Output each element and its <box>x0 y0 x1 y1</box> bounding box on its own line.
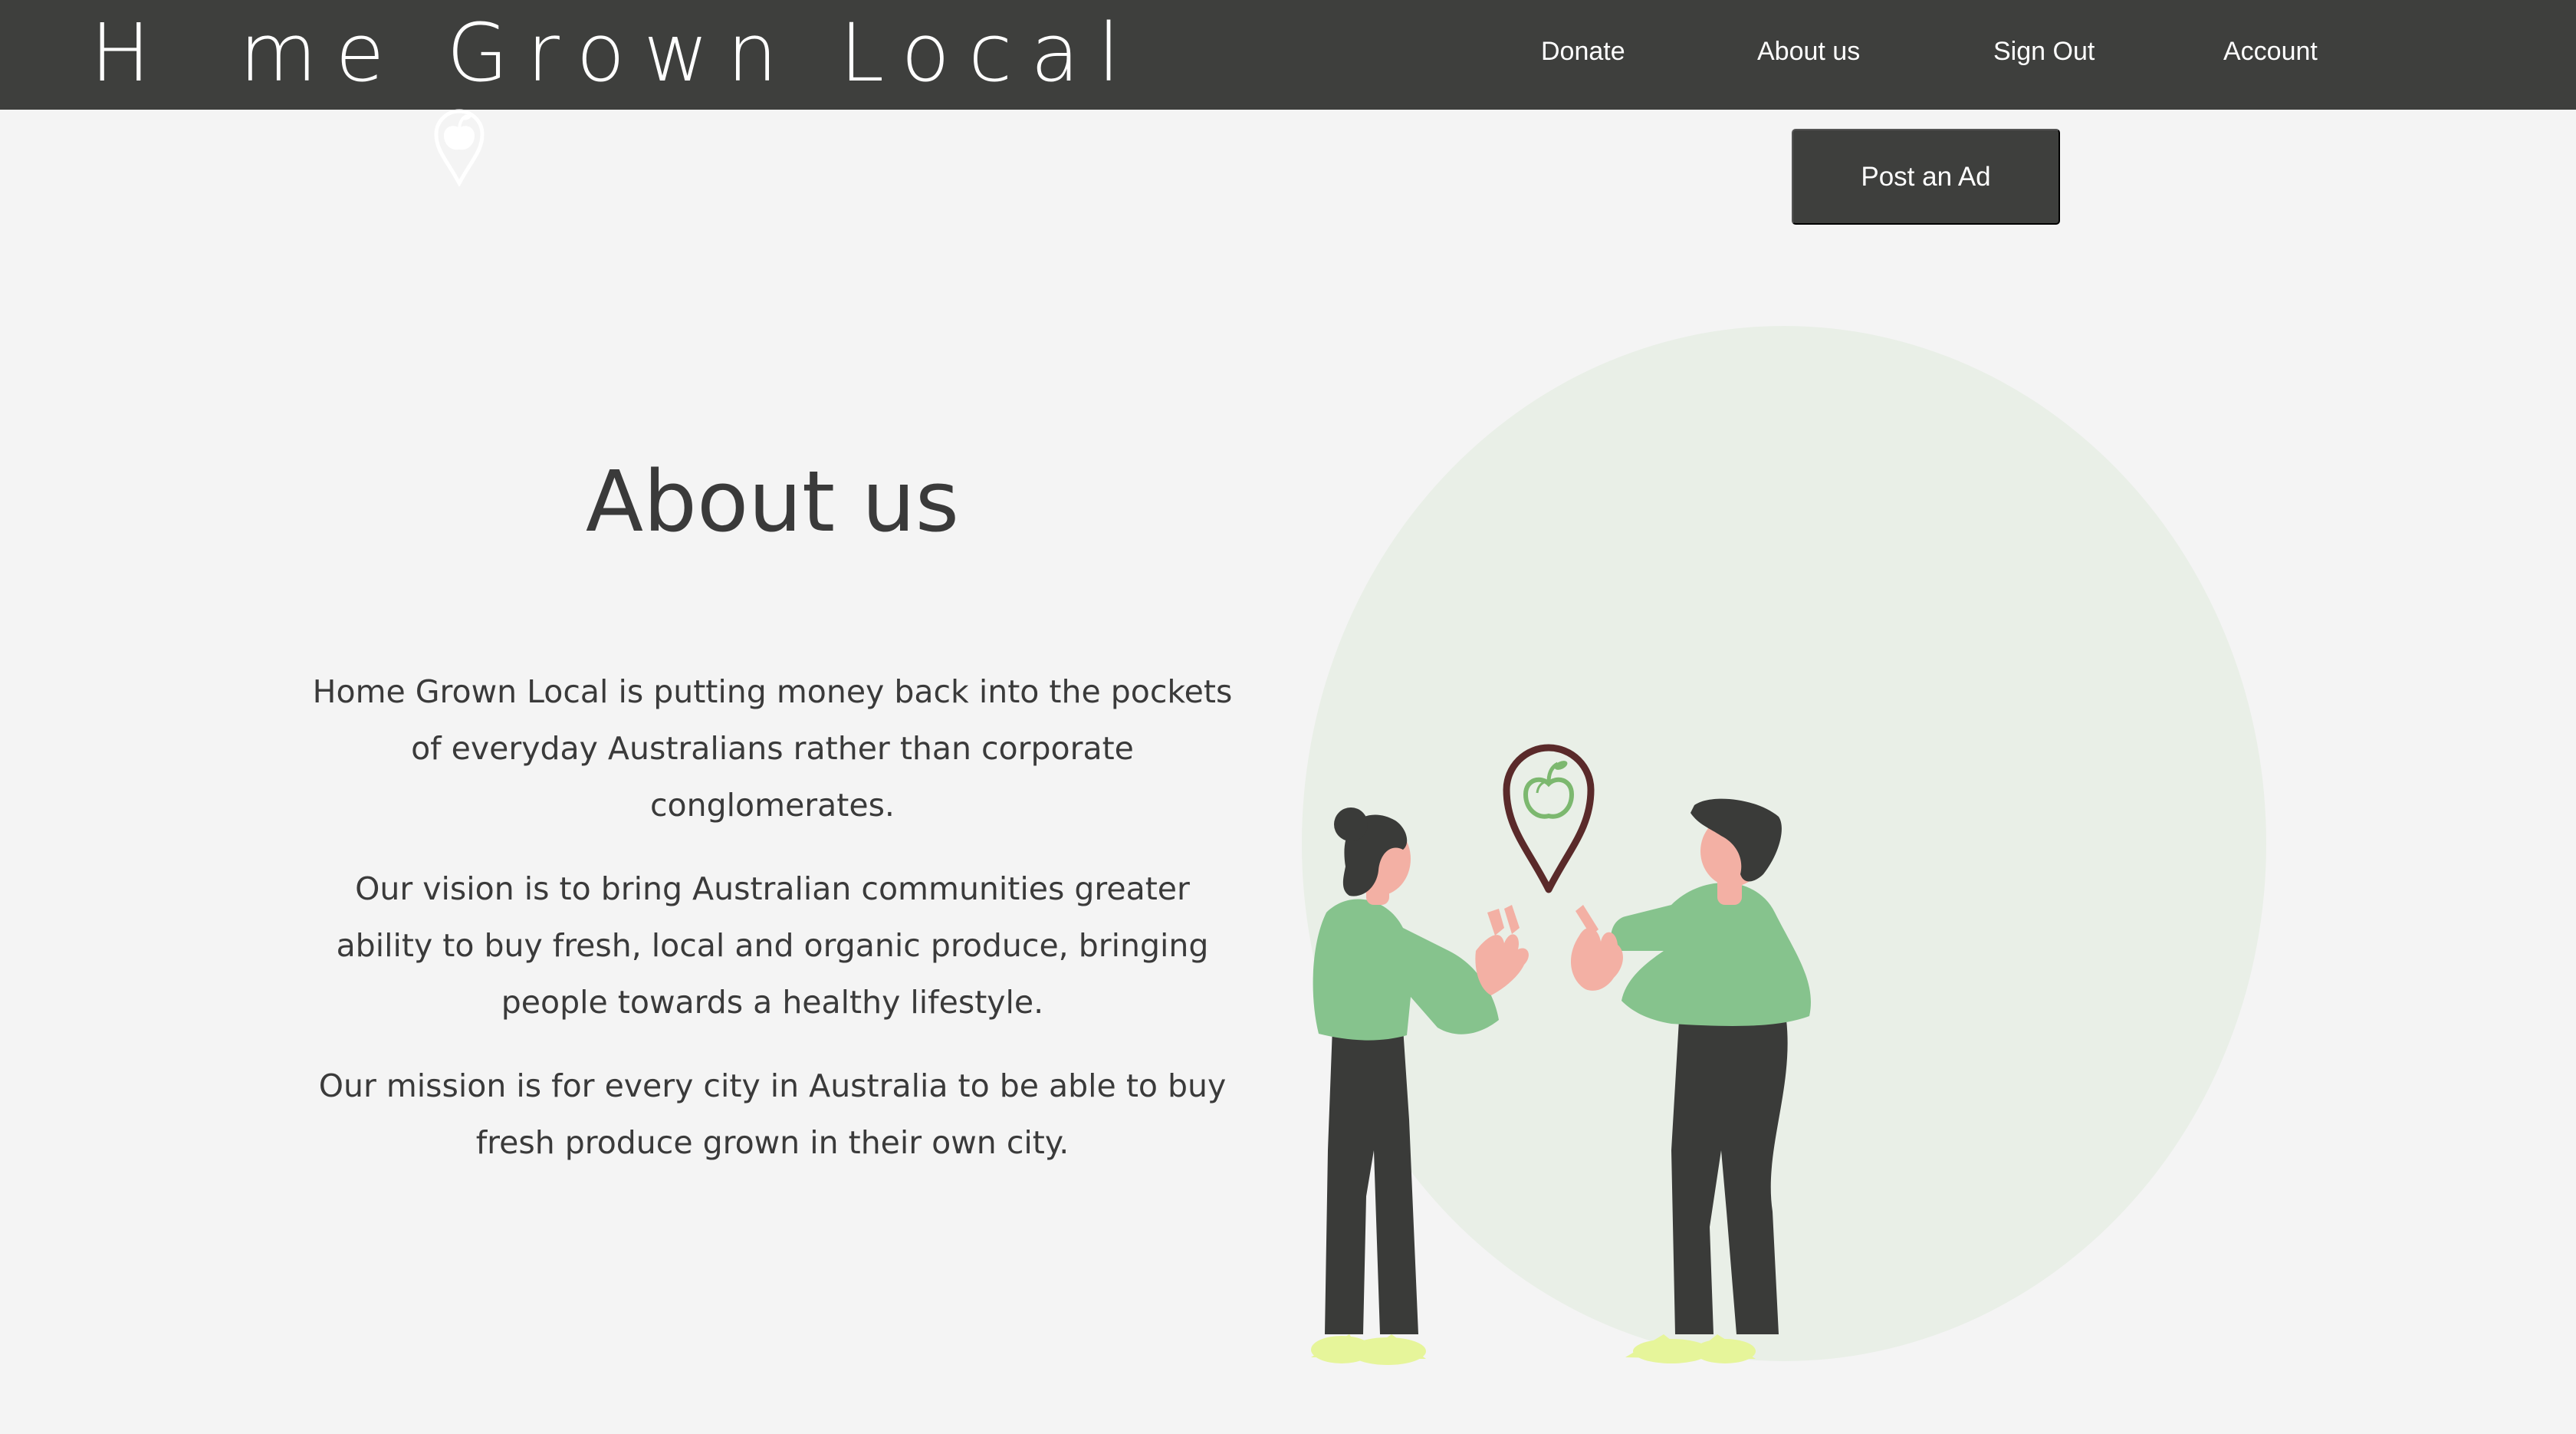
top-navbar: H me Grown Local Donate About us Sign Ou… <box>0 0 2576 188</box>
about-paragraph-intro: Home Grown Local is putting money back i… <box>312 673 1233 824</box>
nav-donate-link[interactable]: Donate <box>1541 34 1625 69</box>
people-sharing-apple-pin-illustration <box>1303 721 1840 1373</box>
about-paragraph-mission: Our mission is for every city in Austral… <box>318 1067 1227 1161</box>
about-paragraph-vision: Our vision is to bring Australian commun… <box>336 870 1209 1021</box>
nav-sign-out-link[interactable]: Sign Out <box>1993 34 2095 69</box>
page-title: About us <box>585 452 960 551</box>
apple-map-pin <box>1503 744 1595 893</box>
post-ad-button[interactable]: Post an Ad <box>1792 129 2060 225</box>
right-person-figure <box>1570 798 1811 1363</box>
nav-account-link[interactable]: Account <box>2223 34 2318 69</box>
nav-about-link[interactable]: About us <box>1757 34 1860 69</box>
main-nav: Donate About us Sign Out Account <box>0 0 2576 104</box>
about-content: Home Grown Local is putting money back i… <box>307 663 1238 1198</box>
left-person-figure <box>1311 807 1529 1365</box>
